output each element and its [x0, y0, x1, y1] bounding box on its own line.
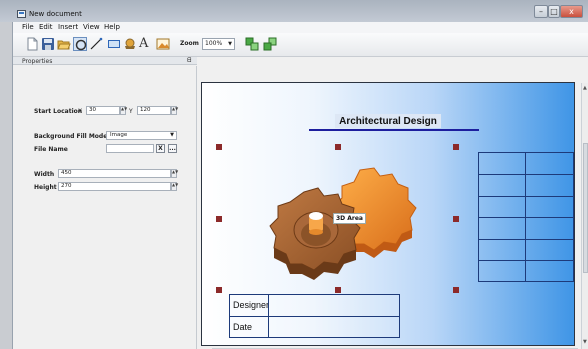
menu-help[interactable]: Help [104, 23, 120, 31]
height-label: Height [34, 184, 57, 191]
width-field[interactable]: 450 [58, 169, 171, 178]
menu-bar: File Edit Insert View Help [13, 22, 588, 33]
grid-table[interactable] [478, 152, 574, 282]
vertical-scroll-thumb[interactable] [583, 143, 588, 273]
title-underline[interactable] [309, 129, 479, 131]
resize-handle[interactable] [216, 287, 222, 293]
table-row[interactable]: Date [230, 316, 399, 337]
rectangle-tool-icon[interactable] [107, 37, 121, 51]
area-label[interactable]: 3D Area [333, 213, 366, 224]
width-spinner[interactable]: ▲▼ [171, 169, 178, 178]
start-location-label: Start Location [34, 108, 83, 115]
file-name-label: File Name [34, 146, 68, 153]
pin-icon[interactable]: ᗺ [187, 57, 191, 65]
scroll-down-icon[interactable]: ▼ [583, 339, 587, 345]
x-spinner[interactable]: ▲▼ [120, 106, 127, 115]
close-button[interactable]: x [560, 5, 583, 18]
resize-handle[interactable] [335, 144, 341, 150]
send-backward-icon[interactable] [263, 37, 277, 51]
minimize-button[interactable]: – [534, 5, 548, 18]
resize-handle[interactable] [453, 287, 459, 293]
bring-forward-icon[interactable] [245, 37, 259, 51]
document-title-box[interactable]: Architectural Design [335, 114, 441, 128]
table-row[interactable]: Designer [230, 295, 399, 316]
chevron-down-icon: ▼ [170, 132, 174, 138]
toolbar: A Zoom 100% ▼ [13, 33, 588, 57]
resize-handle[interactable] [216, 144, 222, 150]
resize-handle[interactable] [216, 216, 222, 222]
title-block-table[interactable]: Designer Date [229, 294, 400, 338]
y-field[interactable]: 120 [137, 106, 171, 115]
zoom-value: 100% [205, 40, 223, 47]
zoom-label: Zoom [180, 40, 199, 47]
line-tool-icon[interactable] [89, 37, 103, 51]
x-label: X [78, 108, 83, 115]
properties-panel: Start Location X 30 ▲▼ Y 120 ▲▼ Backgrou… [13, 66, 197, 349]
maximize-button[interactable]: □ [548, 5, 560, 18]
image-tool-icon[interactable] [156, 37, 170, 51]
scroll-up-icon[interactable]: ▲ [583, 85, 587, 91]
clear-file-button[interactable]: X [156, 144, 165, 153]
browse-file-button[interactable]: ... [168, 144, 177, 153]
y-label: Y [129, 108, 133, 115]
select-tool-icon[interactable] [73, 37, 87, 51]
fill-mode-value: Image [110, 132, 128, 138]
save-icon[interactable] [41, 37, 55, 51]
properties-header: Properties ᗺ [13, 57, 197, 65]
x-field[interactable]: 30 [86, 106, 120, 115]
resize-handle[interactable] [453, 144, 459, 150]
menu-view[interactable]: View [83, 23, 100, 31]
gear-3d-icon[interactable] [123, 37, 137, 51]
fill-mode-select[interactable]: Image ▼ [106, 131, 177, 140]
height-field[interactable]: 270 [58, 182, 171, 191]
vertical-scrollbar[interactable]: ▲ ▼ [581, 83, 588, 349]
menu-file[interactable]: File [22, 23, 34, 31]
fill-mode-label: Background Fill Mode [34, 133, 108, 140]
resize-handle[interactable] [453, 216, 459, 222]
app-window: File Edit Insert View Help A Zoom 100% ▼… [12, 22, 588, 349]
menu-insert[interactable]: Insert [58, 23, 78, 31]
title-bar: New document – □ x [0, 0, 588, 22]
date-label: Date [233, 322, 253, 332]
zoom-select[interactable]: 100% ▼ [202, 38, 235, 50]
properties-title: Properties [22, 58, 53, 65]
new-icon[interactable] [25, 37, 39, 51]
width-label: Width [34, 171, 55, 178]
document-canvas[interactable]: Architectural Design 3D Area Designer Da… [201, 82, 575, 346]
text-tool-icon[interactable]: A [139, 37, 153, 51]
document-title: Architectural Design [339, 116, 437, 127]
file-name-field[interactable] [106, 144, 154, 153]
y-spinner[interactable]: ▲▼ [171, 106, 178, 115]
app-icon [17, 10, 26, 18]
menu-edit[interactable]: Edit [39, 23, 53, 31]
chevron-down-icon: ▼ [228, 41, 232, 47]
window-title: New document [29, 10, 82, 18]
designer-label: Designer [233, 300, 270, 310]
open-icon[interactable] [57, 37, 71, 51]
height-spinner[interactable]: ▲▼ [171, 182, 178, 191]
